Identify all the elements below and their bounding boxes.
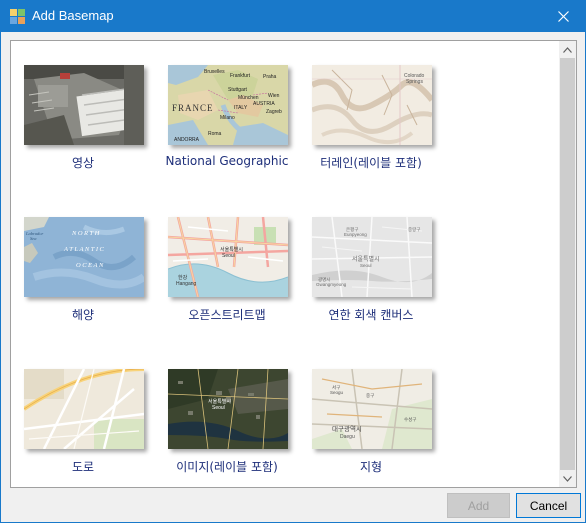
scroll-up-button[interactable] <box>559 41 576 58</box>
national-geographic-thumbnail: Bruxelles Frankfurt Praha Stuttgart Münc… <box>168 65 288 145</box>
svg-text:Gwangmyeong: Gwangmyeong <box>316 282 347 287</box>
svg-text:서울특별시: 서울특별시 <box>220 246 243 253</box>
ocean-thumbnail: NORTH ATLANTIC OCEAN Labrador Sea <box>24 217 144 297</box>
svg-text:Wien: Wien <box>268 93 280 99</box>
svg-text:대구광역시: 대구광역시 <box>332 424 362 433</box>
svg-text:Seoul: Seoul <box>212 405 225 411</box>
svg-text:Springs: Springs <box>406 79 423 85</box>
title-bar[interactable]: Add Basemap <box>1 1 585 32</box>
basemap-label: 터레인(레이블 포함) <box>320 156 422 170</box>
basemap-tile-imagery-hybrid[interactable]: 서울특별시 Seoul 이미지(레이블 포함) <box>155 345 299 475</box>
svg-text:NORTH: NORTH <box>71 230 101 237</box>
basemap-label: 해양 <box>71 308 95 322</box>
close-icon <box>557 11 569 22</box>
basemap-label: 이미지(레이블 포함) <box>176 460 278 474</box>
window-title: Add Basemap <box>32 8 114 23</box>
svg-text:Seoul: Seoul <box>222 253 235 259</box>
basemap-gallery: 영상 Bruxelles Frankfurt Praha Stuttgart M… <box>10 40 577 488</box>
svg-text:Praha: Praha <box>263 74 277 80</box>
basemap-label: 도로 <box>71 460 95 474</box>
basemap-tile-light-gray-canvas[interactable]: 은평구 Eunpyeong 서울특별시 Seoul 중랑구 광명시 Gwangm… <box>299 193 443 323</box>
basemap-label: National Geographic <box>165 154 289 168</box>
basemap-label: 연한 회색 캔버스 <box>328 308 414 322</box>
svg-text:중랑구: 중랑구 <box>408 226 420 233</box>
openstreetmap-thumbnail: 서울특별시 Seoul 한강 Hangang <box>168 217 288 297</box>
topographic-thumbnail: 서구 Seogu 중구 수성구 대구광역시 Daegu <box>312 369 432 449</box>
svg-text:ANDORRA: ANDORRA <box>174 137 200 143</box>
add-basemap-dialog: Add Basemap 영상 Bruxelles Frankfurt Praha… <box>0 0 586 523</box>
svg-text:서울특별시: 서울특별시 <box>352 255 380 263</box>
vertical-scrollbar[interactable] <box>559 41 576 487</box>
svg-text:한강: 한강 <box>178 274 188 281</box>
basemap-tile-openstreetmap[interactable]: 서울특별시 Seoul 한강 Hangang 오픈스트리트맵 <box>155 193 299 323</box>
svg-text:Seoul: Seoul <box>360 263 372 268</box>
svg-text:Daegu: Daegu <box>340 434 355 440</box>
svg-text:Roma: Roma <box>208 131 222 137</box>
basemap-label: 영상 <box>71 156 95 170</box>
cancel-button[interactable]: Cancel <box>516 493 581 518</box>
light-gray-canvas-thumbnail: 은평구 Eunpyeong 서울특별시 Seoul 중랑구 광명시 Gwangm… <box>312 217 432 297</box>
svg-text:OCEAN: OCEAN <box>76 262 105 269</box>
svg-text:Milano: Milano <box>220 115 235 121</box>
basemap-tile-terrain[interactable]: Colorado Springs 터레인(레이블 포함) <box>299 41 443 171</box>
scroll-down-button[interactable] <box>559 470 576 487</box>
scrollbar-thumb[interactable] <box>560 58 575 470</box>
svg-text:Seogu: Seogu <box>330 390 344 395</box>
imagery-thumbnail <box>24 65 144 145</box>
svg-text:Frankfurt: Frankfurt <box>230 73 251 79</box>
streets-thumbnail <box>24 369 144 449</box>
svg-text:수성구: 수성구 <box>404 416 416 423</box>
svg-text:ATLANTIC: ATLANTIC <box>63 246 105 253</box>
basemap-tile-ocean[interactable]: NORTH ATLANTIC OCEAN Labrador Sea 해양 <box>11 193 155 323</box>
svg-text:Zagreb: Zagreb <box>266 109 282 115</box>
svg-text:Eunpyeong: Eunpyeong <box>344 232 367 237</box>
basemap-tile-imagery[interactable]: 영상 <box>11 41 155 171</box>
basemap-grid-icon <box>10 9 25 24</box>
close-button[interactable] <box>541 1 585 32</box>
svg-text:FRANCE: FRANCE <box>172 103 214 113</box>
basemap-tile-national-geographic[interactable]: Bruxelles Frankfurt Praha Stuttgart Münc… <box>155 41 299 168</box>
svg-text:ITALY: ITALY <box>234 105 248 111</box>
add-button[interactable]: Add <box>447 493 510 518</box>
basemap-label: 지형 <box>359 460 383 474</box>
basemap-label: 오픈스트리트맵 <box>188 308 266 322</box>
basemap-tile-streets[interactable]: 도로 <box>11 345 155 475</box>
imagery-hybrid-thumbnail: 서울특별시 Seoul <box>168 369 288 449</box>
basemap-tile-topographic[interactable]: 서구 Seogu 중구 수성구 대구광역시 Daegu 지형 <box>299 345 443 475</box>
svg-text:AUSTRIA: AUSTRIA <box>253 101 275 107</box>
svg-text:Bruxelles: Bruxelles <box>204 69 225 75</box>
svg-text:서울특별시: 서울특별시 <box>208 398 231 405</box>
svg-text:Hangang: Hangang <box>176 281 197 287</box>
svg-text:Stuttgart: Stuttgart <box>228 87 248 93</box>
chevron-up-icon <box>563 46 572 53</box>
chevron-down-icon <box>563 475 572 482</box>
terrain-thumbnail: Colorado Springs <box>312 65 432 145</box>
svg-text:Sea: Sea <box>30 236 37 241</box>
